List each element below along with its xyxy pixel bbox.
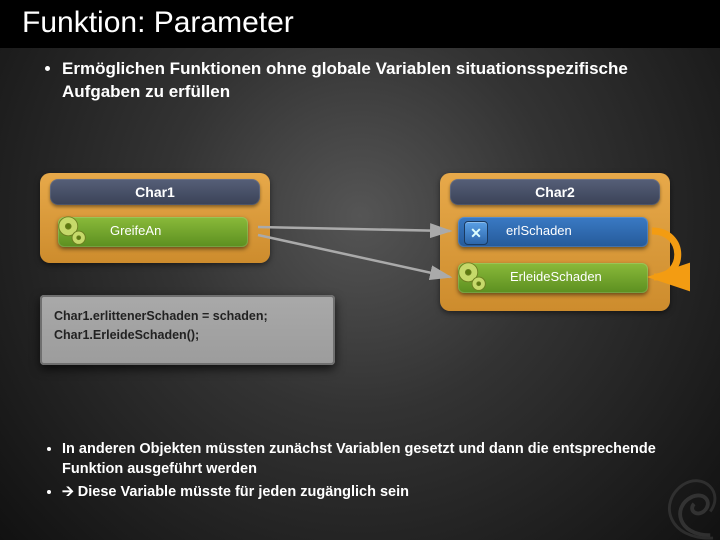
bullet-item: In anderen Objekten müssten zunächst Var…: [62, 440, 680, 479]
slide-title: Funktion: Parameter: [22, 6, 698, 40]
variable-label: erlSchaden: [506, 223, 640, 238]
diagram: Char1 GreifeAn Char2 ✕ erlSchaden: [30, 165, 690, 365]
code-line: Char1.ErleideSchaden();: [54, 326, 321, 345]
bottom-bullets: In anderen Objekten müssten zunächst Var…: [40, 440, 680, 507]
variable-icon: ✕: [464, 221, 488, 245]
function-label: ErleideSchaden: [510, 269, 640, 284]
char2-header: Char2: [450, 179, 660, 205]
char1-panel: Char1 GreifeAn: [40, 173, 270, 263]
char1-header: Char1: [50, 179, 260, 205]
top-bullets: Ermöglichen Funktionen ohne globale Vari…: [40, 58, 680, 104]
gear-icon: [454, 259, 492, 297]
function-label: GreifeAn: [110, 223, 240, 238]
bullet-item: 🡪 Diese Variable müsste für jeden zugäng…: [62, 483, 680, 503]
code-line: Char1.erlittenerSchaden = schaden;: [54, 307, 321, 326]
slide: Funktion: Parameter Ermöglichen Funktion…: [0, 0, 720, 540]
decorative-swirl-icon: [615, 445, 720, 540]
code-box: Char1.erlittenerSchaden = schaden; Char1…: [40, 295, 335, 365]
char2-panel: Char2 ✕ erlSchaden ErleideSchaden: [440, 173, 670, 311]
char2-function: ErleideSchaden: [458, 263, 648, 293]
title-bar: Funktion: Parameter: [0, 0, 720, 48]
char1-function: GreifeAn: [58, 217, 248, 247]
gear-icon: [54, 213, 92, 251]
char2-variable: ✕ erlSchaden: [458, 217, 648, 247]
bullet-item: Ermöglichen Funktionen ohne globale Vari…: [62, 58, 680, 104]
